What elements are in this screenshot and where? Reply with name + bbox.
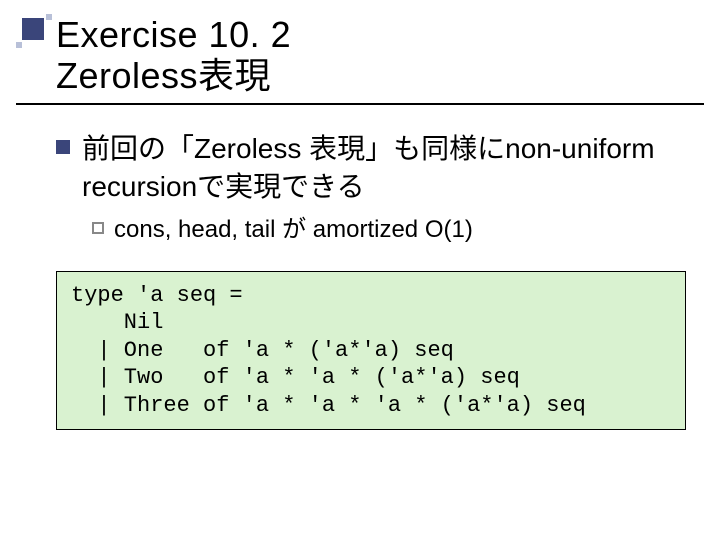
subbullet-text: cons, head, tail が amortized O(1) xyxy=(114,214,473,245)
decor-small-square-2 xyxy=(16,42,22,48)
slide-body: 前回の「Zeroless 表現」も同様にnon-uniform recursio… xyxy=(56,130,680,430)
title-block: Exercise 10. 2 Zeroless表現 xyxy=(56,14,696,105)
decor-small-square-1 xyxy=(46,14,52,20)
decor-big-square xyxy=(22,18,44,40)
bullet-row: 前回の「Zeroless 表現」も同様にnon-uniform recursio… xyxy=(56,130,680,206)
bullet-icon xyxy=(56,140,70,154)
slide-title: Exercise 10. 2 Zeroless表現 xyxy=(56,14,696,97)
title-line-2: Zeroless表現 xyxy=(56,55,271,96)
subbullet-icon xyxy=(92,222,104,234)
title-line-1: Exercise 10. 2 xyxy=(56,14,291,55)
subbullet-row: cons, head, tail が amortized O(1) xyxy=(92,214,680,245)
decor-squares xyxy=(16,12,50,46)
bullet-text: 前回の「Zeroless 表現」も同様にnon-uniform recursio… xyxy=(82,130,680,206)
title-rule xyxy=(16,103,704,105)
slide: Exercise 10. 2 Zeroless表現 前回の「Zeroless 表… xyxy=(0,0,720,540)
code-box: type 'a seq = Nil | One of 'a * ('a*'a) … xyxy=(56,271,686,431)
